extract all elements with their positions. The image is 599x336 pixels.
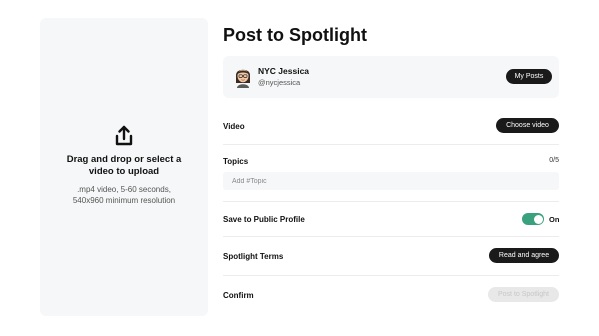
spotlight-terms-label: Spotlight Terms bbox=[223, 252, 284, 261]
profile-card: NYC Jessica @nycjessica My Posts bbox=[223, 56, 559, 98]
upload-icon bbox=[115, 125, 133, 146]
confirm-label: Confirm bbox=[223, 291, 254, 300]
toggle-knob bbox=[533, 214, 543, 224]
bitmoji-avatar-icon bbox=[236, 69, 250, 88]
my-posts-button[interactable]: My Posts bbox=[506, 69, 552, 84]
divider bbox=[223, 275, 559, 276]
upload-content: Drag and drop or select a video to uploa… bbox=[40, 124, 208, 206]
save-public-label: Save to Public Profile bbox=[223, 215, 305, 224]
read-and-agree-button[interactable]: Read and agree bbox=[489, 248, 559, 263]
choose-video-button[interactable]: Choose video bbox=[496, 118, 559, 133]
profile-name: NYC Jessica bbox=[258, 66, 310, 76]
divider bbox=[223, 201, 559, 202]
video-label: Video bbox=[223, 122, 245, 131]
divider bbox=[223, 144, 559, 145]
profile-handle: @nycjessica bbox=[258, 78, 301, 87]
save-public-toggle[interactable] bbox=[522, 213, 544, 225]
toggle-state-label: On bbox=[549, 215, 560, 224]
topics-count: 0/5 bbox=[549, 157, 559, 164]
page-title: Post to Spotlight bbox=[223, 25, 367, 45]
topic-input[interactable] bbox=[223, 172, 559, 190]
upload-dropzone[interactable]: Drag and drop or select a video to uploa… bbox=[40, 18, 208, 316]
upload-hint: .mp4 video, 5-60 seconds, 540x960 minimu… bbox=[72, 185, 176, 205]
upload-title: Drag and drop or select a video to uploa… bbox=[66, 154, 182, 177]
topics-label: Topics bbox=[223, 157, 249, 166]
divider bbox=[223, 236, 559, 237]
post-to-spotlight-button[interactable]: Post to Spotlight bbox=[488, 287, 559, 302]
post-form: Post to Spotlight NYC Jessica @nycjessic… bbox=[223, 18, 559, 302]
